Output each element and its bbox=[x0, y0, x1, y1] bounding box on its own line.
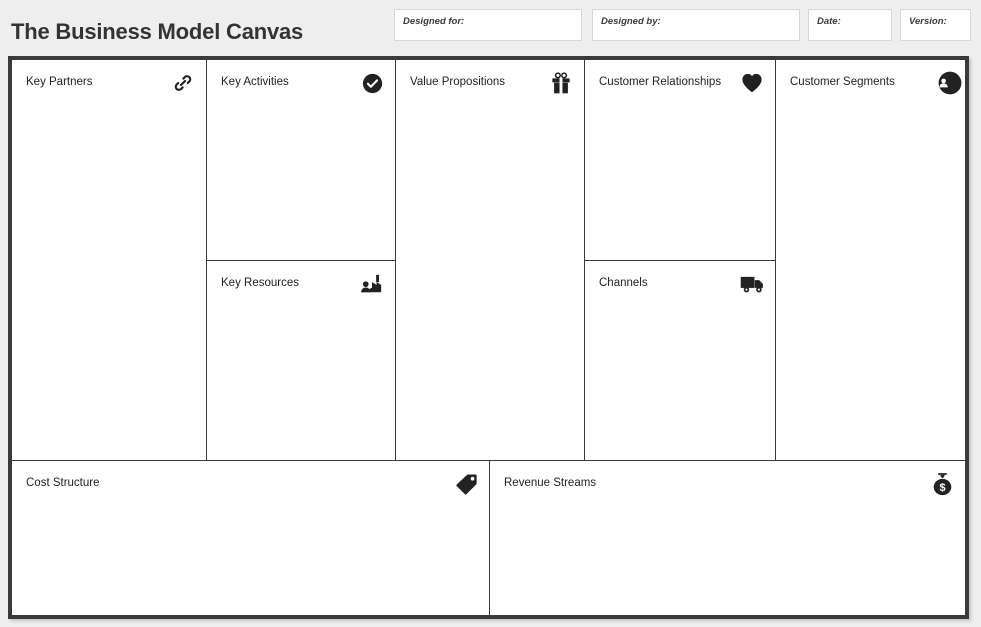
block-key-partners[interactable]: Key Partners bbox=[11, 59, 207, 461]
price-tag-icon bbox=[453, 471, 479, 497]
block-key-resources[interactable]: Key Resources bbox=[206, 260, 396, 461]
gift-icon bbox=[548, 70, 574, 96]
block-title-channels: Channels bbox=[599, 277, 648, 289]
block-title-key-partners: Key Partners bbox=[26, 76, 93, 88]
canvas-header: The Business Model Canvas Designed for: … bbox=[0, 0, 981, 52]
date-label: Date: bbox=[817, 16, 841, 27]
designed-by-field[interactable]: Designed by: bbox=[592, 9, 800, 41]
svg-text:$: $ bbox=[939, 482, 945, 494]
factory-icon bbox=[359, 271, 385, 297]
users-icon bbox=[937, 70, 963, 96]
block-title-customer-segments: Customer Segments bbox=[790, 76, 895, 88]
version-field[interactable]: Version: bbox=[900, 9, 971, 41]
block-title-cost-structure: Cost Structure bbox=[26, 477, 100, 489]
version-label: Version: bbox=[909, 16, 947, 27]
block-revenue-streams[interactable]: Revenue Streams $ bbox=[489, 460, 966, 616]
check-circle-icon bbox=[359, 70, 385, 96]
canvas-grid: Key Partners Key Activities Key Resource… bbox=[8, 56, 969, 619]
truck-icon bbox=[739, 271, 765, 297]
designed-for-field[interactable]: Designed for: bbox=[394, 9, 582, 41]
business-model-canvas-page: The Business Model Canvas Designed for: … bbox=[0, 0, 981, 627]
heart-icon bbox=[739, 70, 765, 96]
money-bag-icon: $ bbox=[929, 471, 955, 497]
link-icon bbox=[170, 70, 196, 96]
date-field[interactable]: Date: bbox=[808, 9, 892, 41]
block-title-key-resources: Key Resources bbox=[221, 277, 299, 289]
block-cost-structure[interactable]: Cost Structure bbox=[11, 460, 490, 616]
block-customer-segments[interactable]: Customer Segments bbox=[775, 59, 966, 461]
block-value-propositions[interactable]: Value Propositions bbox=[395, 59, 585, 461]
block-title-customer-relationships: Customer Relationships bbox=[599, 76, 722, 88]
designed-for-label: Designed for: bbox=[403, 16, 465, 27]
page-title: The Business Model Canvas bbox=[11, 19, 304, 44]
block-title-value-propositions: Value Propositions bbox=[410, 76, 506, 88]
block-title-revenue-streams: Revenue Streams bbox=[504, 477, 597, 489]
block-key-activities[interactable]: Key Activities bbox=[206, 59, 396, 261]
block-title-key-activities: Key Activities bbox=[221, 76, 289, 88]
block-customer-relationships[interactable]: Customer Relationships bbox=[584, 59, 776, 261]
block-channels[interactable]: Channels bbox=[584, 260, 776, 461]
designed-by-label: Designed by: bbox=[601, 16, 661, 27]
